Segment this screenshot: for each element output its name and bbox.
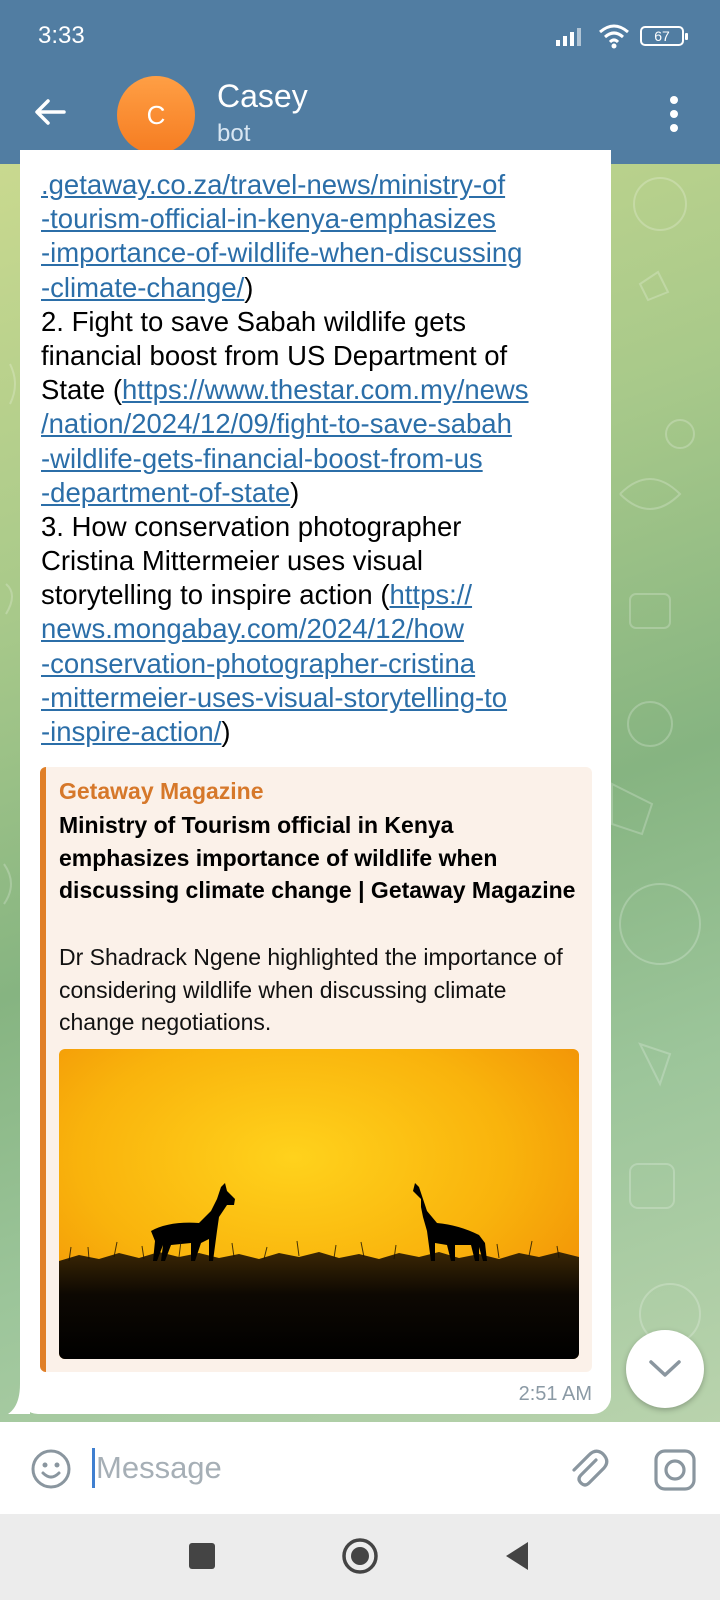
message-link[interactable]: -wildlife-gets-financial-boost-from-us <box>41 443 483 474</box>
chat-title[interactable]: Casey <box>217 78 308 115</box>
battery-icon: 67 <box>640 26 688 46</box>
preview-accent-bar <box>40 767 46 1372</box>
message-text-segment: 3. How conservation photographer <box>41 510 462 542</box>
message-line: 2. Fight to save Sabah wildlife gets <box>41 305 601 339</box>
home-button[interactable] <box>340 1536 380 1576</box>
message-line: news.mongabay.com/2024/12/how <box>41 612 601 646</box>
message-text-segment: ) <box>244 271 254 303</box>
message-text-segment: State ( <box>41 374 123 406</box>
message-line: .getaway.co.za/travel-news/ministry-of <box>41 168 601 202</box>
message-line: -department-of-state) <box>41 476 601 510</box>
message-text-segment: Cristina Mittermeier uses visual <box>41 545 424 577</box>
message-link[interactable]: -climate-change/ <box>41 272 244 303</box>
chat-header: 3:33 67 C Casey bot <box>0 0 720 164</box>
message-input[interactable] <box>96 1446 536 1490</box>
message-text-segment: 2. Fight to save Sabah wildlife gets <box>41 305 466 337</box>
message-text: .getaway.co.za/travel-news/ministry-of -t… <box>41 168 601 749</box>
menu-dot <box>670 124 678 132</box>
message-link[interactable]: .getaway.co.za/travel-news/ministry-of <box>41 169 505 200</box>
message-line: -importance-of-wildlife-when-discussing <box>41 236 601 270</box>
status-icons: 67 <box>554 22 688 50</box>
message-line: 3. How conservation photographer <box>41 510 601 544</box>
message-line: -climate-change/) <box>41 271 601 305</box>
message-line: -tourism-official-in-kenya-emphasizes <box>41 202 601 236</box>
paperclip-icon[interactable] <box>566 1446 610 1490</box>
wifi-icon <box>599 24 629 49</box>
message-link[interactable]: news.mongabay.com/2024/12/how <box>41 613 464 644</box>
message-text-segment: financial boost from US Department of <box>41 339 508 371</box>
chat-subtitle: bot <box>217 120 251 147</box>
message-text-segment: ) <box>290 476 300 508</box>
message-text-segment: ) <box>221 716 231 747</box>
avatar[interactable]: C <box>117 76 195 154</box>
system-nav-bar <box>0 1514 720 1600</box>
preview-description: Dr Shadrack Ngene highlighted the import… <box>59 944 563 1035</box>
system-back-button[interactable] <box>504 1540 530 1572</box>
message-link[interactable]: https:// <box>390 579 473 610</box>
menu-dot <box>670 110 678 118</box>
message-composer <box>0 1422 720 1514</box>
message-line: /nation/2024/12/09/fight-to-save-sabah <box>41 407 601 441</box>
message-link[interactable]: -mittermeier-uses-visual-storytelling-to <box>41 682 507 713</box>
message-line: storytelling to inspire action (https:// <box>41 578 601 612</box>
message-line: -wildlife-gets-financial-boost-from-us <box>41 442 601 476</box>
text-cursor <box>92 1448 95 1488</box>
message-link[interactable]: -department-of-state <box>41 477 290 508</box>
message-line: State (https://www.thestar.com.my/news <box>41 373 601 407</box>
preview-title: Ministry of Tourism official in Kenya em… <box>59 812 576 903</box>
message-link[interactable]: /nation/2024/12/09/fight-to-save-sabah <box>41 408 512 439</box>
camera-icon[interactable] <box>653 1448 697 1492</box>
message-line: -conservation-photographer-cristina <box>41 647 601 681</box>
message-line: -mittermeier-uses-visual-storytelling-to <box>41 681 601 715</box>
message-link[interactable]: -tourism-official-in-kenya-emphasizes <box>41 203 496 234</box>
message-link[interactable]: https://www.thestar.com.my/news <box>122 374 529 405</box>
preview-image[interactable] <box>59 1049 579 1359</box>
more-vertical-icon[interactable] <box>668 96 680 132</box>
message-text-segment: storytelling to inspire action ( <box>41 579 390 611</box>
recent-apps-button[interactable] <box>189 1543 215 1569</box>
message-time: 2:51 AM <box>518 1383 592 1405</box>
message-line: -inspire-action/) <box>41 715 601 749</box>
status-time: 3:33 <box>38 22 85 49</box>
chevron-down-icon <box>649 1360 681 1377</box>
link-preview[interactable]: Getaway Magazine Ministry of Tourism off… <box>40 767 592 1372</box>
preview-site-name: Getaway Magazine <box>59 778 264 804</box>
message-line: Cristina Mittermeier uses visual <box>41 544 601 578</box>
antelope-sunset-image <box>59 1049 579 1359</box>
smiley-icon[interactable] <box>30 1448 72 1490</box>
scroll-down-button[interactable] <box>626 1330 704 1408</box>
arrow-left-icon[interactable] <box>30 92 70 132</box>
message-link[interactable]: -inspire-action/ <box>41 716 221 747</box>
message-link[interactable]: -importance-of-wildlife-when-discussing <box>41 237 522 268</box>
menu-dot <box>670 96 678 104</box>
message-line: financial boost from US Department of <box>41 339 601 373</box>
signal-icon <box>556 28 581 46</box>
message-link[interactable]: -conservation-photographer-cristina <box>41 648 475 679</box>
